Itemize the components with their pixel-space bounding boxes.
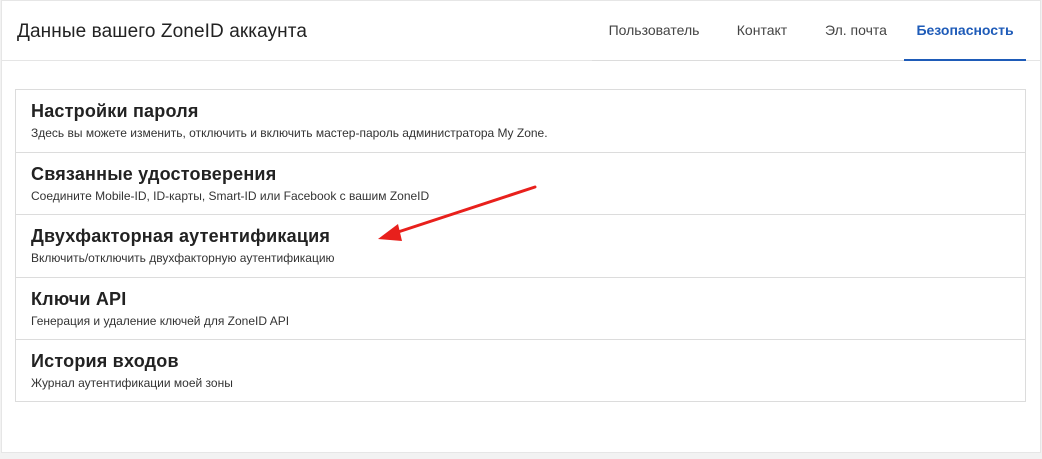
list-item-api-keys[interactable]: Ключи API Генерация и удаление ключей дл…	[16, 278, 1025, 341]
list-item-title: Ключи API	[31, 288, 127, 309]
list-item-title: Двухфакторная аутентификация	[31, 226, 331, 247]
tab-bar: Пользователь Контакт Эл. почта Безопасно…	[592, 1, 1026, 61]
list-item-description: Здесь вы можете изменить, отключить и вк…	[31, 126, 548, 140]
tab-contact[interactable]: Контакт	[716, 1, 808, 61]
list-item-title: История входов	[31, 351, 179, 372]
tab-email[interactable]: Эл. почта	[808, 1, 904, 61]
list-item-password-settings[interactable]: Настройки пароля Здесь вы можете изменит…	[16, 90, 1025, 153]
page-title: Данные вашего ZoneID аккаунта	[17, 21, 308, 42]
list-item-description: Генерация и удаление ключей для ZoneID A…	[31, 313, 290, 328]
list-item-description: Соедините Mobile-ID, ID-карты, Smart-ID …	[31, 188, 430, 203]
list-item-description: Журнал аутентификации моей зоны	[31, 376, 233, 391]
list-item-title: Связанные удостоверения	[31, 163, 277, 184]
list-item-description: Включить/отключить двухфакторную аутенти…	[31, 251, 335, 266]
list-item-two-factor-auth[interactable]: Двухфакторная аутентификация Включить/от…	[16, 215, 1025, 278]
tab-user[interactable]: Пользователь	[592, 1, 716, 61]
card-header: Данные вашего ZoneID аккаунта Пользовате…	[2, 1, 1040, 61]
list-item-linked-identities[interactable]: Связанные удостоверения Соедините Mobile…	[16, 153, 1025, 216]
tab-security[interactable]: Безопасность	[904, 1, 1026, 61]
list-item-title: Настройки пароля	[31, 101, 199, 121]
list-item-login-history[interactable]: История входов Журнал аутентификации мое…	[16, 340, 1025, 401]
security-settings-list: Настройки пароля Здесь вы можете изменит…	[15, 89, 1026, 403]
